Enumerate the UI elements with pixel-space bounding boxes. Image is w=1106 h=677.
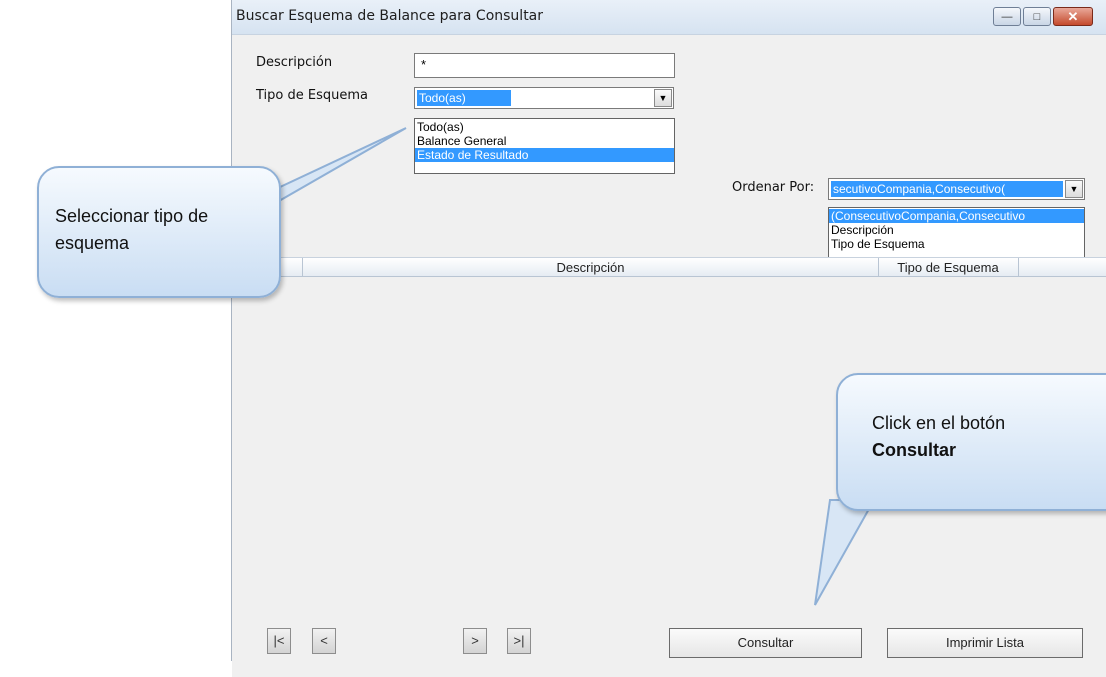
- consultar-button[interactable]: Consultar: [669, 628, 862, 658]
- tipo-option-estado-resultado[interactable]: Estado de Resultado: [415, 148, 674, 162]
- previous-page-button[interactable]: <: [312, 628, 336, 654]
- callout-tipo-line1: Seleccionar tipo de: [55, 206, 209, 226]
- chevron-down-icon[interactable]: ▼: [1065, 180, 1083, 198]
- callout-tipo-line2: esquema: [55, 233, 130, 253]
- last-page-button[interactable]: >|: [507, 628, 531, 654]
- descripcion-label: Descripción: [256, 55, 333, 70]
- next-page-button[interactable]: >: [463, 628, 487, 654]
- minimize-button[interactable]: —: [993, 7, 1021, 26]
- tipo-esquema-label: Tipo de Esquema: [256, 88, 368, 103]
- maximize-icon: □: [1033, 10, 1041, 23]
- ordenar-por-select[interactable]: secutivoCompania,Consecutivo( ▼: [828, 178, 1085, 200]
- tipo-option-todo[interactable]: Todo(as): [415, 120, 674, 134]
- tipo-option-balance-general[interactable]: Balance General: [415, 134, 674, 148]
- column-header-descripcion[interactable]: Descripción: [302, 258, 879, 277]
- chevron-down-icon[interactable]: ▼: [654, 89, 672, 107]
- column-header-tipo-esquema[interactable]: Tipo de Esquema: [878, 258, 1019, 277]
- search-window: Buscar Esquema de Balance para Consultar…: [231, 0, 1106, 677]
- window-title: Buscar Esquema de Balance para Consultar: [236, 8, 544, 24]
- ordenar-por-label: Ordenar Por:: [732, 180, 815, 195]
- tipo-esquema-selected-value: Todo(as): [417, 90, 511, 106]
- ordenar-option-tipo[interactable]: Tipo de Esquema: [829, 237, 1084, 251]
- ordenar-option-consecutivo[interactable]: (ConsecutivoCompania,Consecutivo: [829, 209, 1084, 223]
- maximize-button[interactable]: □: [1023, 7, 1051, 26]
- imprimir-lista-button[interactable]: Imprimir Lista: [887, 628, 1083, 658]
- first-page-button[interactable]: |<: [267, 628, 291, 654]
- tipo-esquema-dropdown: Todo(as) Balance General Estado de Resul…: [414, 118, 675, 174]
- callout-consultar-line1: Click en el botón: [872, 413, 1006, 433]
- ordenar-por-dropdown: (ConsecutivoCompania,Consecutivo Descrip…: [828, 207, 1085, 263]
- minimize-icon: —: [1001, 10, 1013, 23]
- callout-click-consultar: Click en el botón Consultar: [836, 373, 1106, 511]
- tipo-esquema-select[interactable]: Todo(as) ▼: [414, 87, 674, 109]
- ordenar-option-descripcion[interactable]: Descripción: [829, 223, 1084, 237]
- close-button[interactable]: ✕: [1053, 7, 1093, 26]
- ordenar-por-selected-value: secutivoCompania,Consecutivo(: [831, 181, 1063, 197]
- title-bar: Buscar Esquema de Balance para Consultar…: [232, 0, 1106, 35]
- callout-consultar-line2: Consultar: [872, 440, 957, 460]
- close-icon: ✕: [1067, 8, 1079, 24]
- callout-seleccionar-tipo: Seleccionar tipo de esquema: [37, 166, 281, 298]
- results-grid-header: Descripción Tipo de Esquema: [232, 257, 1106, 277]
- descripcion-input[interactable]: *: [414, 53, 675, 78]
